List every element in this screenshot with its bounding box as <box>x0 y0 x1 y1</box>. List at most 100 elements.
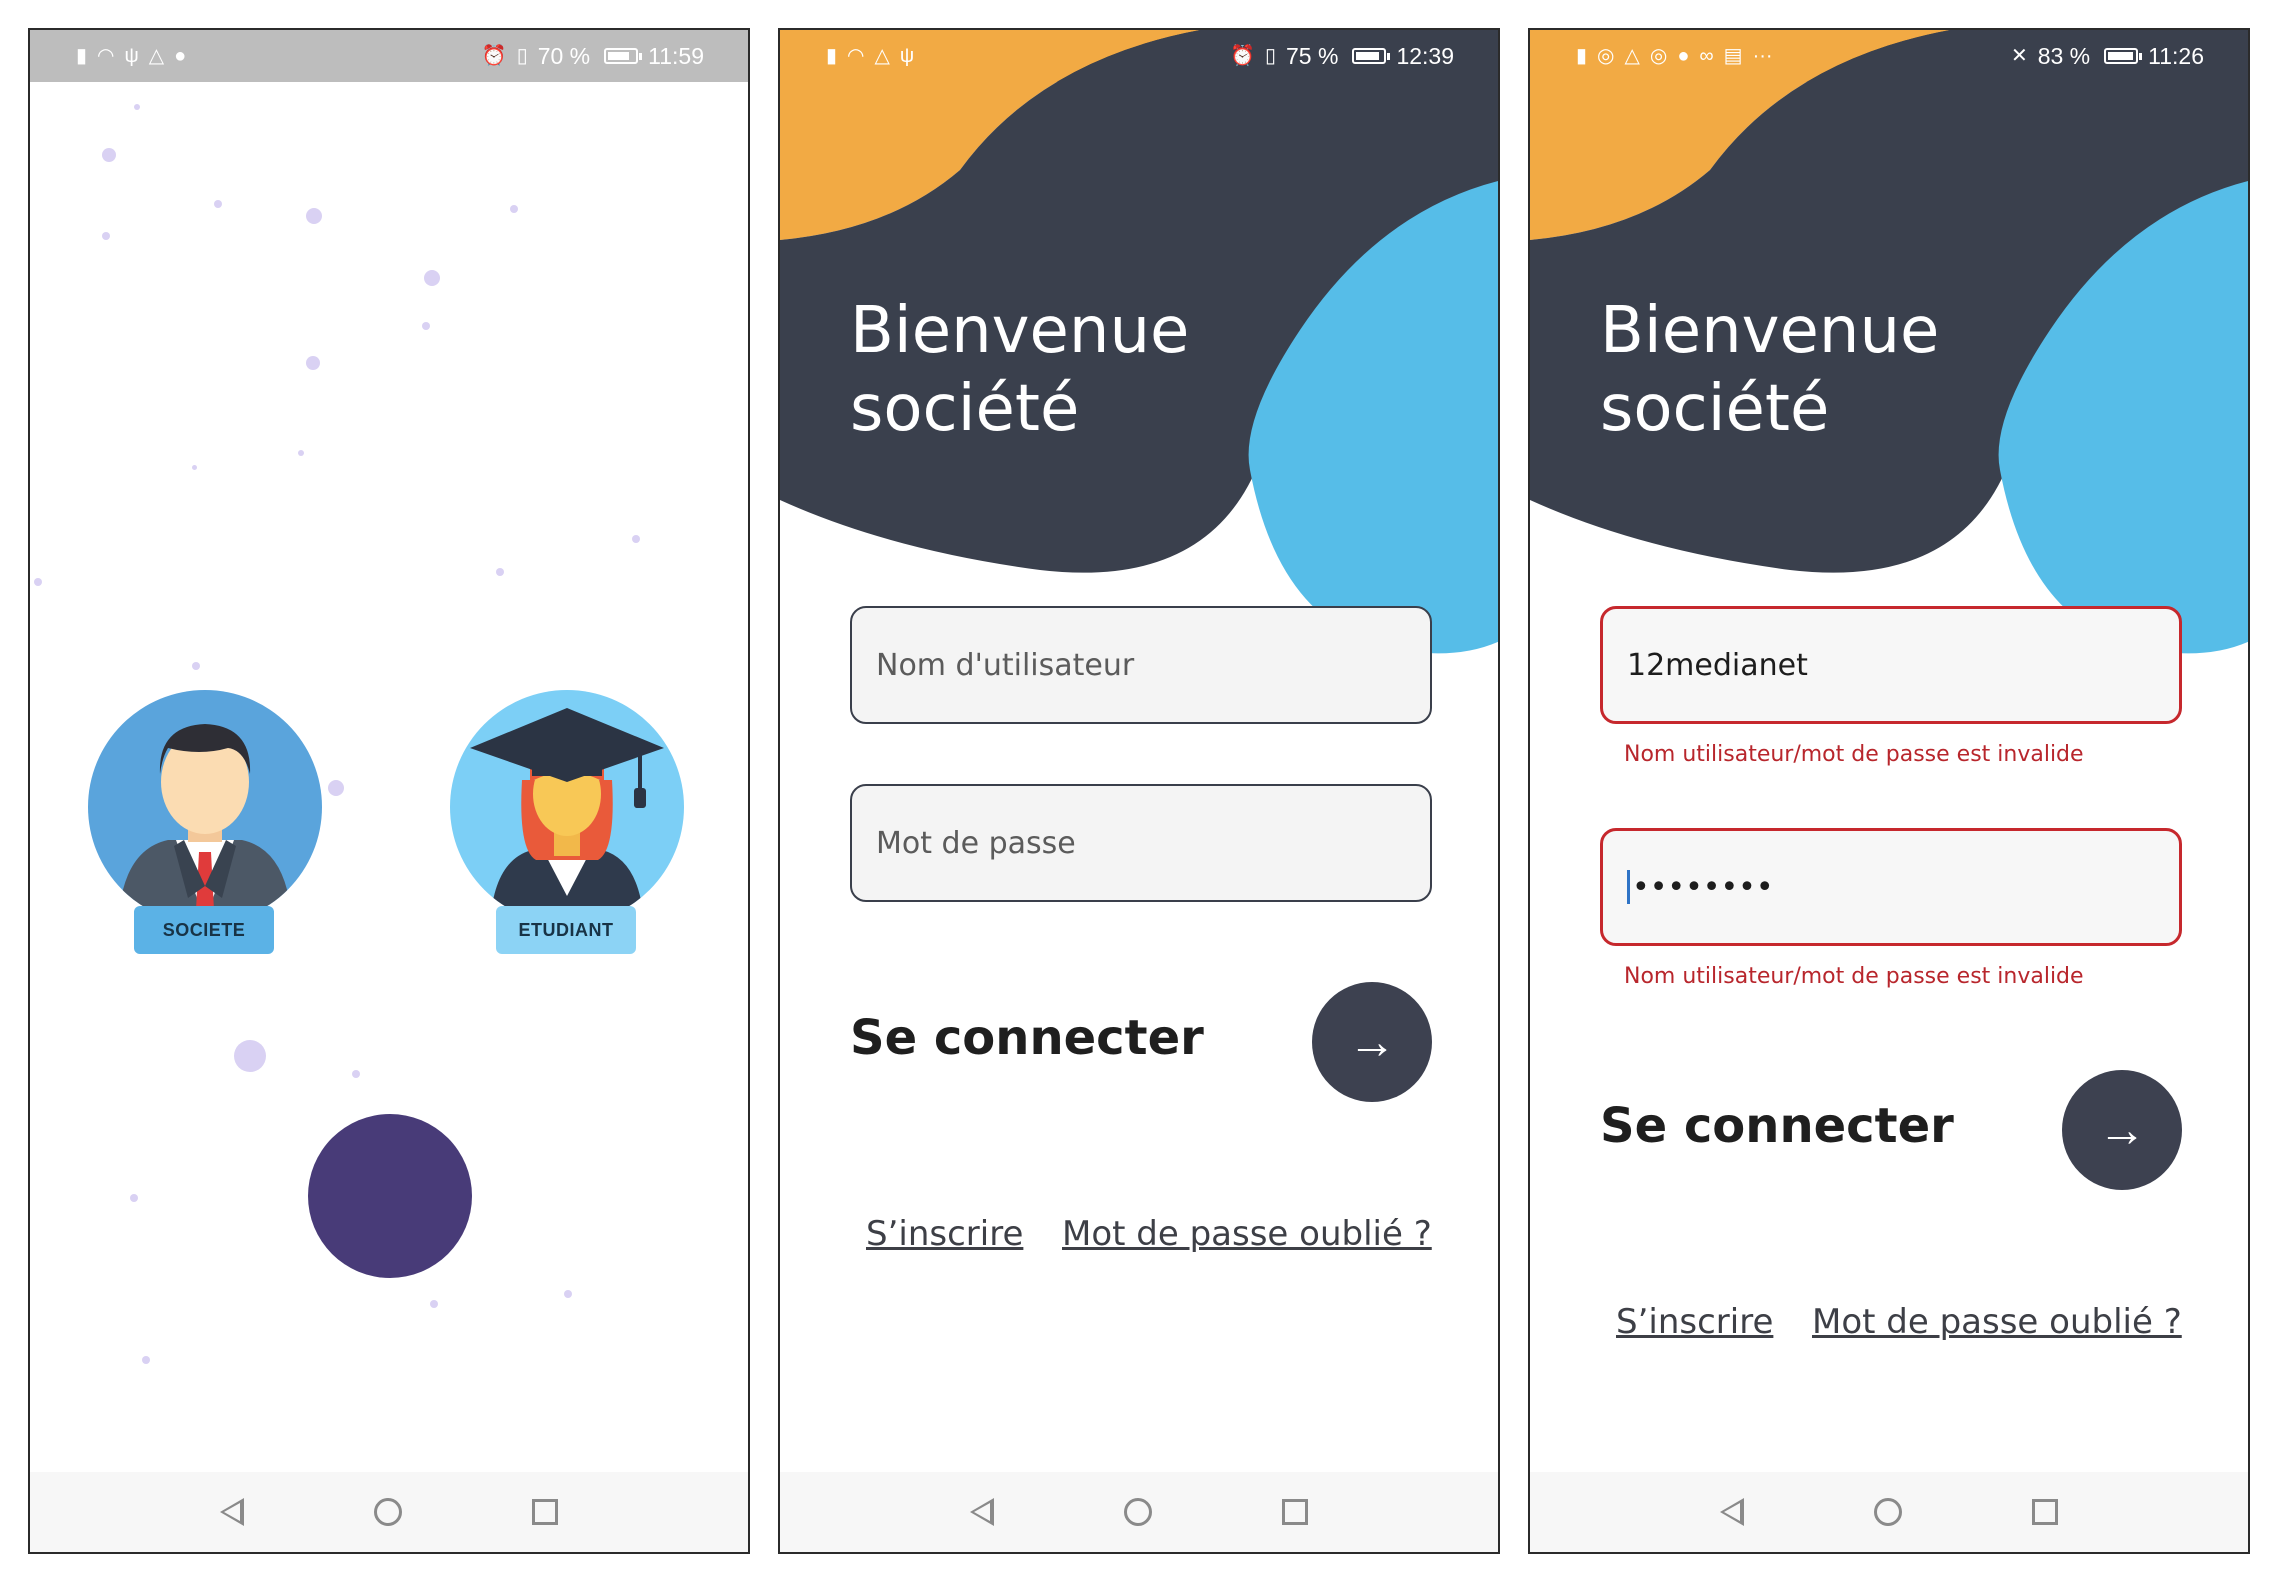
arrow-right-icon: → <box>1348 1015 1396 1069</box>
loading-circle <box>308 1114 472 1278</box>
clock: 11:59 <box>648 42 704 69</box>
particle-dot <box>306 208 322 224</box>
splash-screen: ▮ ◠ ψ △ ● ⏰ ▯ 70 % 11:59 SOCIETE ETUDIAN… <box>28 28 750 1554</box>
recents-icon[interactable] <box>1282 1499 1308 1525</box>
recents-icon[interactable] <box>532 1499 558 1525</box>
particle-dot <box>564 1290 572 1298</box>
mute-icon: ✕ <box>2010 45 2028 67</box>
forgot-password-link[interactable]: Mot de passe oublié ? <box>1812 1302 2182 1342</box>
particle-dot <box>632 535 640 543</box>
clock: 12:39 <box>1396 42 1454 69</box>
particle-dot <box>192 662 200 670</box>
connect-button[interactable]: → <box>2062 1070 2182 1190</box>
signal-icon: ▮ <box>76 45 88 67</box>
messenger-icon: ● <box>1677 45 1690 67</box>
battery-icon <box>604 48 643 64</box>
particle-dot <box>134 104 140 110</box>
warning-icon: △ <box>874 45 890 67</box>
welcome-line-2: société <box>850 372 1080 446</box>
role-label-societe[interactable]: SOCIETE <box>134 906 274 954</box>
username-field[interactable]: 12medianet <box>1600 606 2182 724</box>
home-icon[interactable] <box>1124 1498 1152 1526</box>
connect-label: Se connecter <box>850 1010 1204 1066</box>
wifi-icon: ◠ <box>847 45 865 67</box>
particle-dot <box>142 1356 150 1364</box>
particle-dot <box>306 356 320 370</box>
particle-dot <box>214 200 222 208</box>
status-bar: ▮ ◎ △ ◎ ● ∞ ▤ ··· ✕ 83 % 11:26 <box>1530 30 2248 82</box>
connect-label: Se connecter <box>1600 1098 1954 1154</box>
signal-icon: ▮ <box>1576 45 1588 67</box>
welcome-title: Bienvenue société <box>1600 292 1939 448</box>
societe-avatar[interactable] <box>88 690 322 924</box>
signal-icon: ▮ <box>826 45 838 67</box>
connect-button[interactable]: → <box>1312 982 1432 1102</box>
messenger-icon: ● <box>174 45 187 67</box>
android-nav-bar <box>30 1472 748 1552</box>
etudiant-avatar[interactable] <box>450 690 684 924</box>
signup-link[interactable]: S’inscrire <box>866 1214 1023 1254</box>
password-value: •••••••• <box>1632 869 1774 905</box>
nfc-icon: ◎ <box>1649 45 1668 67</box>
notification-icon: ▤ <box>1723 45 1743 67</box>
businessman-avatar-icon <box>118 724 292 924</box>
welcome-title: Bienvenue société <box>850 292 1189 448</box>
arrow-right-icon: → <box>2098 1103 2146 1157</box>
voicemail-icon: ∞ <box>1699 45 1714 67</box>
vibrate-icon: ▯ <box>516 45 528 67</box>
particle-dot <box>424 270 440 286</box>
password-error-text: Nom utilisateur/mot de passe est invalid… <box>1624 964 2084 989</box>
android-nav-bar <box>780 1472 1498 1552</box>
login-error-screen: ▮ ◎ △ ◎ ● ∞ ▤ ··· ✕ 83 % 11:26 Bienvenue… <box>1528 28 2250 1554</box>
graduate-avatar-icon <box>470 708 664 924</box>
particle-dot <box>422 322 430 330</box>
password-field[interactable]: •••••••• <box>1600 828 2182 946</box>
status-bar: ▮ ◠ △ ψ ⏰ ▯ 75 % 12:39 <box>780 30 1498 82</box>
clock: 11:26 <box>2148 42 2204 69</box>
role-label-etudiant[interactable]: ETUDIANT <box>496 906 636 954</box>
home-icon[interactable] <box>1874 1498 1902 1526</box>
password-field[interactable]: Mot de passe <box>850 784 1432 902</box>
back-icon[interactable] <box>1720 1498 1744 1526</box>
text-cursor <box>1627 870 1630 904</box>
alarm-icon: ⏰ <box>481 45 507 67</box>
recents-icon[interactable] <box>2032 1499 2058 1525</box>
particle-dot <box>192 465 197 470</box>
particle-dot <box>510 205 518 213</box>
particle-dot <box>102 232 110 240</box>
hotspot-icon: ◎ <box>1597 45 1615 67</box>
particle-dot <box>298 450 304 456</box>
alarm-icon: ⏰ <box>1230 45 1255 67</box>
warning-icon: △ <box>148 45 165 67</box>
particle-dot <box>102 148 116 162</box>
battery-percent: 83 % <box>2037 42 2091 69</box>
battery-percent: 70 % <box>537 42 591 69</box>
more-icon: ··· <box>1752 45 1773 67</box>
welcome-line-1: Bienvenue <box>1600 294 1940 368</box>
android-nav-bar <box>1530 1472 2248 1552</box>
username-error-text: Nom utilisateur/mot de passe est invalid… <box>1624 742 2084 767</box>
particle-dot <box>352 1070 360 1078</box>
status-bar: ▮ ◠ ψ △ ● ⏰ ▯ 70 % 11:59 <box>30 30 748 82</box>
back-icon[interactable] <box>970 1498 994 1526</box>
particle-dot <box>496 568 504 576</box>
usb-icon: ψ <box>124 45 139 67</box>
username-field[interactable]: Nom d'utilisateur <box>850 606 1432 724</box>
usb-icon: ψ <box>899 45 915 67</box>
particle-dot <box>130 1194 138 1202</box>
home-icon[interactable] <box>374 1498 402 1526</box>
welcome-line-2: société <box>1600 372 1830 446</box>
particle-dot <box>234 1040 266 1072</box>
particle-dot <box>430 1300 438 1308</box>
signup-link[interactable]: S’inscrire <box>1616 1302 1773 1342</box>
battery-icon <box>2104 48 2143 64</box>
back-icon[interactable] <box>220 1498 244 1526</box>
vibrate-icon: ▯ <box>1264 45 1276 67</box>
battery-icon <box>1352 48 1391 64</box>
welcome-line-1: Bienvenue <box>850 294 1190 368</box>
forgot-password-link[interactable]: Mot de passe oublié ? <box>1062 1214 1432 1254</box>
battery-percent: 75 % <box>1286 42 1339 69</box>
warning-icon: △ <box>1624 45 1640 67</box>
login-screen: ▮ ◠ △ ψ ⏰ ▯ 75 % 12:39 Bienvenue société… <box>778 28 1500 1554</box>
particle-dot <box>34 578 42 586</box>
